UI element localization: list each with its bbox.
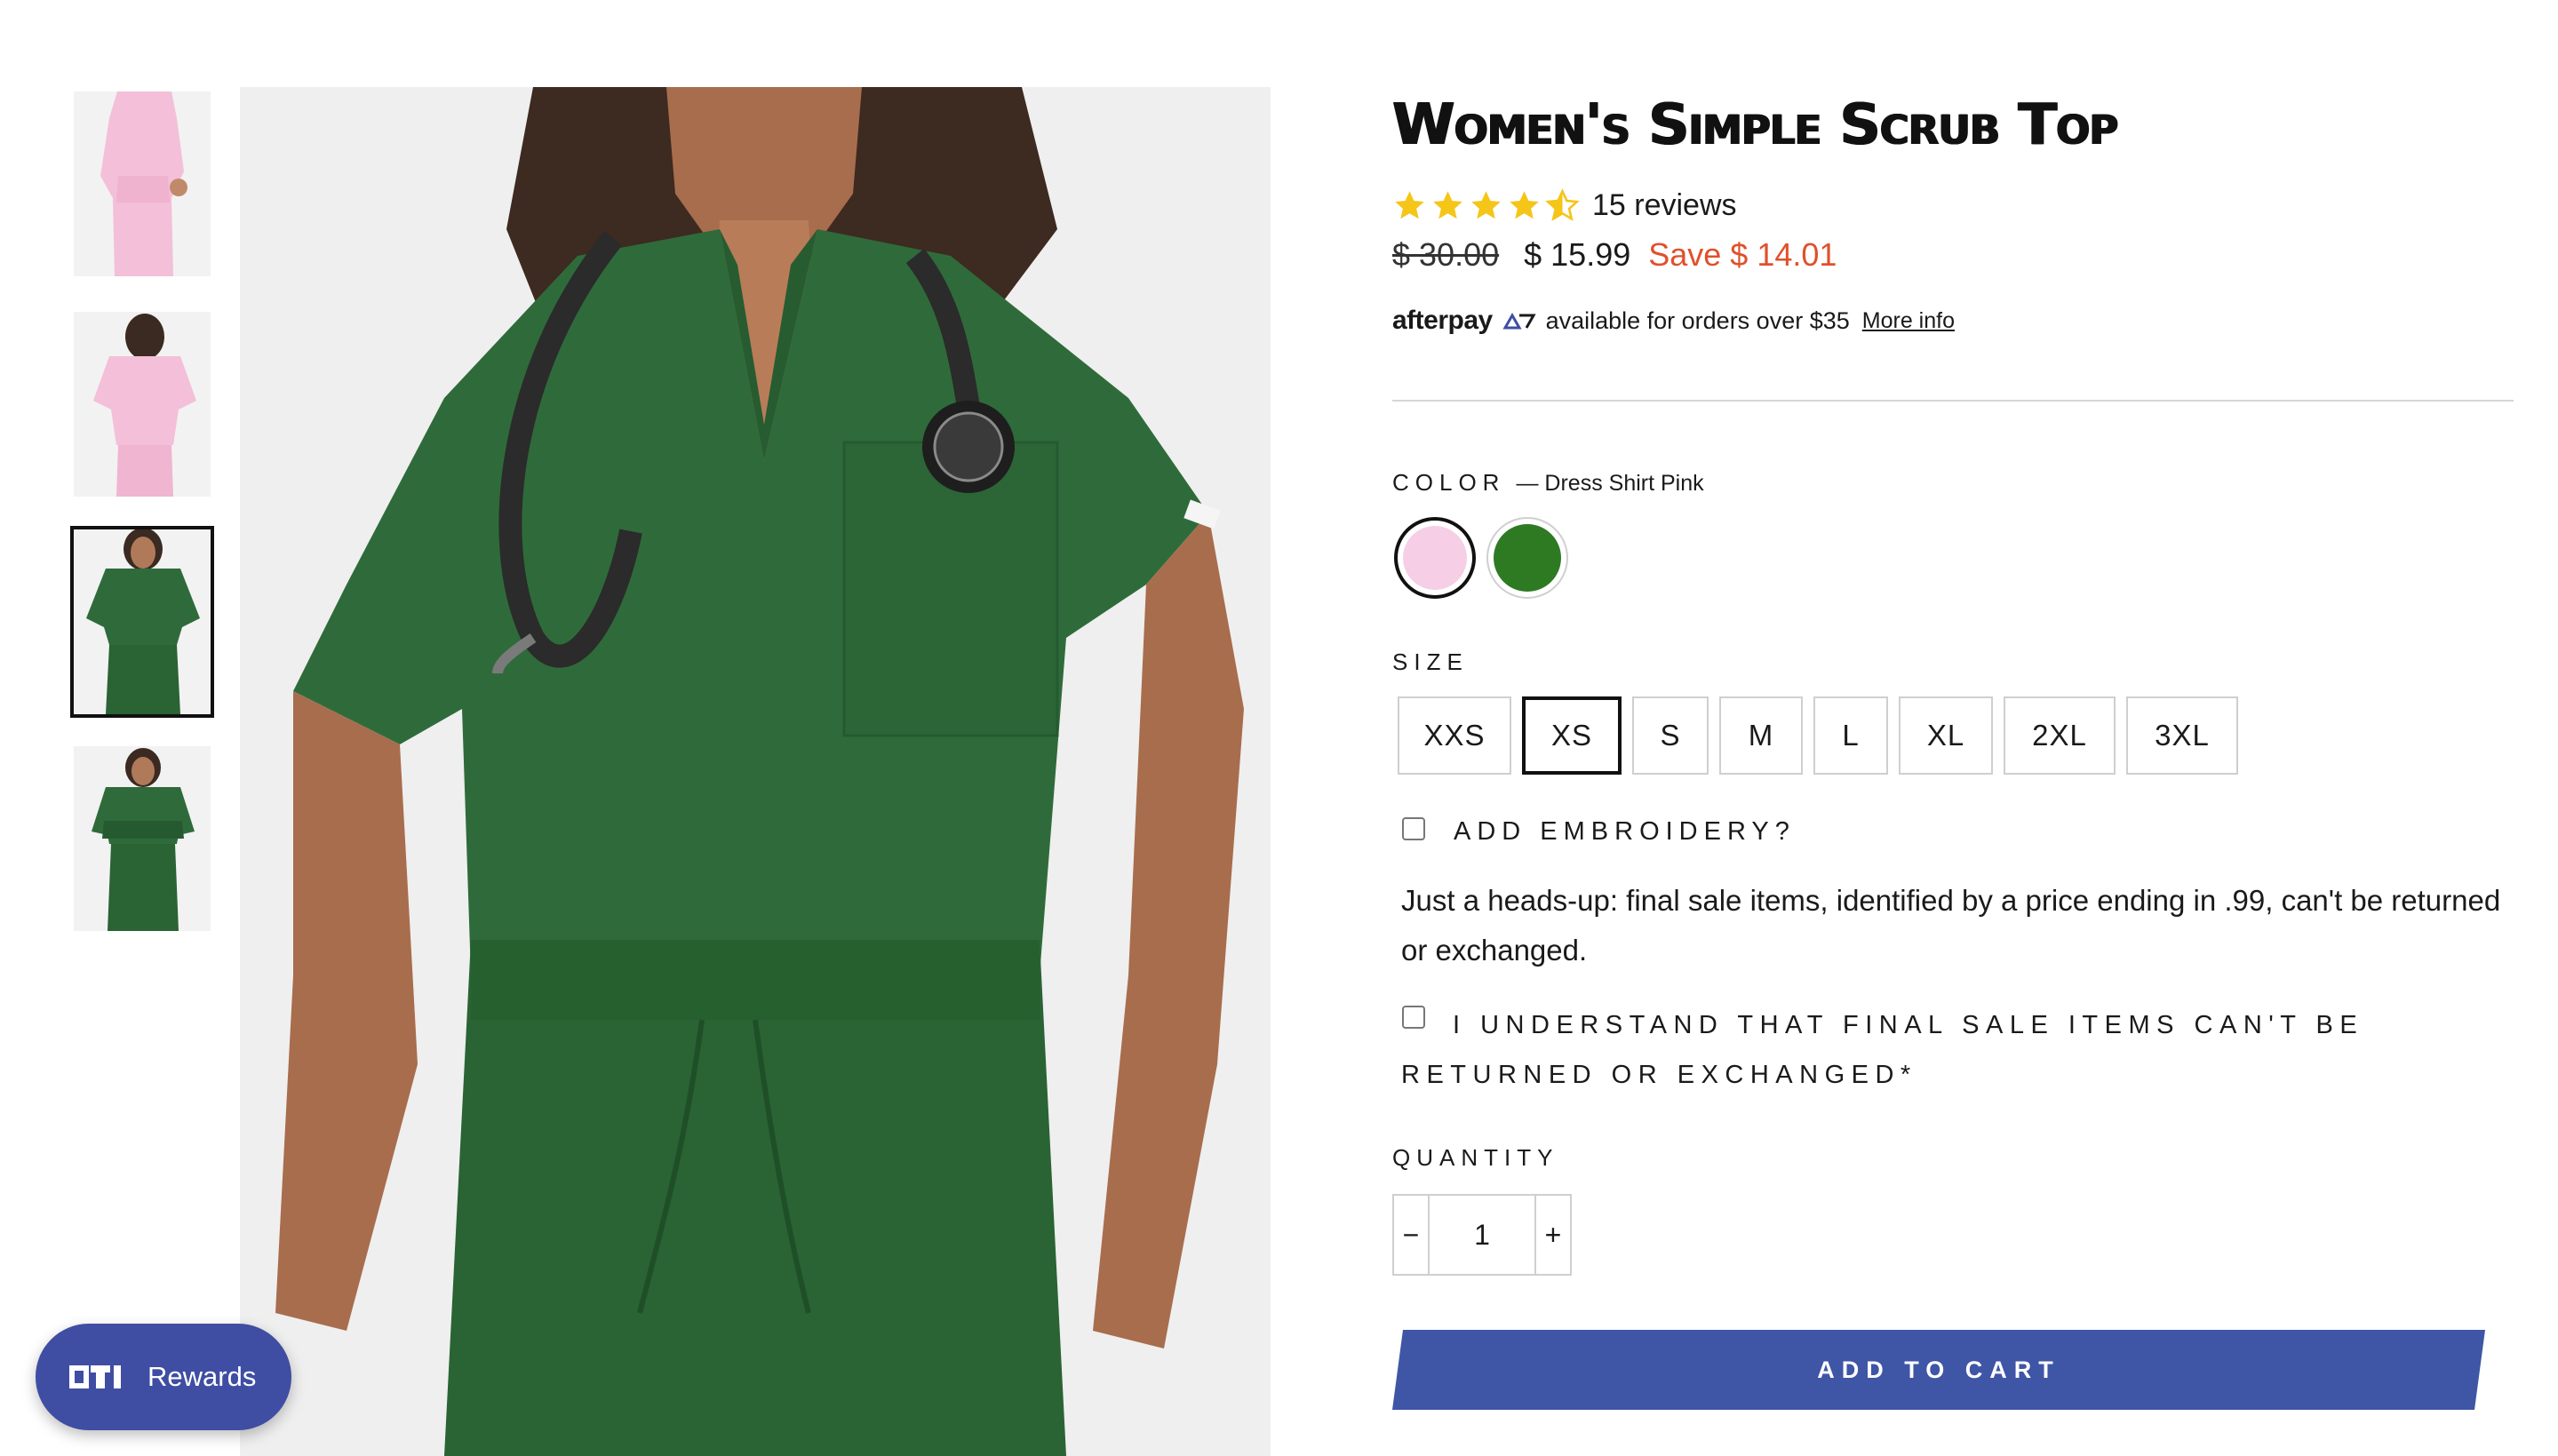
- afterpay-text: available for orders over $35: [1545, 306, 1850, 334]
- quantity-stepper: − 1 +: [1392, 1194, 1572, 1276]
- star-icon: [1433, 191, 1462, 219]
- afterpay-mark-icon: [1502, 313, 1536, 330]
- product-rating[interactable]: 15 reviews: [1392, 188, 1737, 223]
- divider: [1392, 400, 2514, 402]
- final-sale-agree-label[interactable]: I UNDERSTAND THAT FINAL SALE ITEMS CAN'T…: [1401, 1000, 2450, 1100]
- size-option-3xl[interactable]: 3XL: [2126, 696, 2238, 775]
- thumbnail-pink-side[interactable]: [74, 91, 211, 276]
- quantity-increase-button[interactable]: +: [1534, 1196, 1570, 1274]
- color-selected-value: — Dress Shirt Pink: [1516, 471, 1704, 496]
- size-option-xl[interactable]: XL: [1899, 696, 1993, 775]
- color-swatch-pink-fill: [1403, 526, 1467, 590]
- size-label: SIZE: [1392, 648, 1469, 675]
- color-swatch-green-fill: [1494, 524, 1561, 592]
- size-option-xs[interactable]: XS: [1522, 696, 1622, 775]
- star-icon: [1395, 191, 1424, 219]
- thumbnail-pink-back-image: [74, 312, 211, 497]
- size-option-l[interactable]: L: [1813, 696, 1888, 775]
- color-label: COLOR: [1392, 469, 1506, 496]
- sale-price: $ 15.99: [1524, 236, 1631, 273]
- embroidery-checkbox[interactable]: [1402, 817, 1425, 840]
- thumbnail-pink-back[interactable]: [74, 312, 211, 497]
- size-option-2xl[interactable]: 2XL: [2004, 696, 2116, 775]
- thumbnail-green-arms-crossed-image: [74, 746, 211, 931]
- thumbnail-green-arms-crossed[interactable]: [74, 746, 211, 931]
- size-options: XXS XS S M L XL 2XL 3XL: [1398, 696, 2238, 775]
- price-row: $ 30.00 $ 15.99 Save $ 14.01: [1392, 236, 1837, 274]
- star-icon: [1471, 191, 1501, 219]
- embroidery-label[interactable]: ADD EMBROIDERY?: [1454, 817, 1796, 847]
- size-option-xxs[interactable]: XXS: [1398, 696, 1511, 775]
- main-product-image: [240, 87, 1271, 1456]
- rewards-logo-icon: [69, 1365, 121, 1388]
- thumbnail-green-front[interactable]: [70, 526, 214, 718]
- rewards-button[interactable]: Rewards: [36, 1324, 291, 1430]
- quantity-input[interactable]: 1: [1430, 1196, 1534, 1274]
- color-swatch-pink[interactable]: [1394, 517, 1476, 599]
- size-option-s[interactable]: S: [1632, 696, 1709, 775]
- final-sale-agree-text: I UNDERSTAND THAT FINAL SALE ITEMS CAN'T…: [1401, 1011, 2364, 1089]
- reviews-count[interactable]: 15 reviews: [1592, 188, 1737, 223]
- star-half-icon: [1545, 188, 1580, 221]
- rewards-label: Rewards: [147, 1361, 257, 1392]
- color-label-row: COLOR — Dress Shirt Pink: [1392, 469, 1704, 497]
- afterpay-logo: afterpay: [1392, 306, 1537, 336]
- rating-stars: [1392, 188, 1580, 223]
- size-option-m[interactable]: M: [1719, 696, 1803, 775]
- afterpay-more-info-link[interactable]: More info: [1862, 308, 1955, 334]
- afterpay-row: afterpay available for orders over $35 M…: [1392, 306, 1955, 336]
- final-sale-notice: Just a heads-up: final sale items, ident…: [1401, 884, 2501, 967]
- add-to-cart-label: ADD TO CART: [1817, 1356, 2060, 1383]
- savings-badge: Save $ 14.01: [1648, 236, 1837, 273]
- original-price: $ 30.00: [1392, 236, 1500, 273]
- product-title: Women's Simple Scrub Top: [1392, 92, 2118, 158]
- add-to-cart-button[interactable]: ADD TO CART: [1392, 1330, 2485, 1410]
- afterpay-logo-text: afterpay: [1392, 306, 1493, 335]
- quantity-label: QUANTITY: [1392, 1144, 1559, 1171]
- quantity-decrease-button[interactable]: −: [1394, 1196, 1430, 1274]
- thumbnail-pink-side-image: [74, 91, 211, 276]
- color-swatch-green[interactable]: [1486, 517, 1568, 599]
- thumbnail-green-front-image: [74, 529, 211, 714]
- star-icon: [1510, 191, 1539, 219]
